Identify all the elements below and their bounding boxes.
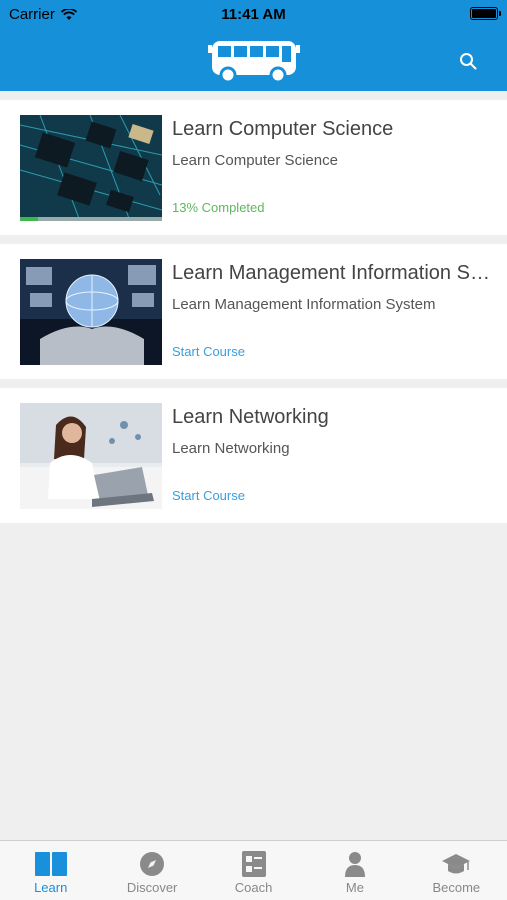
course-subtitle: Learn Management Information System [172,296,436,313]
person-icon [344,852,365,877]
course-progress-bar [20,217,162,221]
tab-label: Me [345,880,364,895]
course-title: Learn Networking [172,406,329,428]
course-title: Learn Management Information System [172,262,494,284]
start-course-link[interactable]: Start Course [172,488,245,503]
course-thumbnail [20,403,162,509]
compass-icon [140,852,165,876]
tab-label: Become [432,880,481,895]
tab-me[interactable]: Me [304,841,405,900]
checklist-icon [241,851,266,877]
tab-coach[interactable]: Coach [203,841,304,900]
course-status: 13% Completed [172,200,265,215]
tab-label: Coach [234,880,273,895]
course-thumbnail [20,259,162,365]
bus-icon [208,41,300,83]
tab-discover[interactable]: Discover [101,841,202,900]
course-subtitle: Learn Computer Science [172,152,338,169]
course-card[interactable]: Learn Computer Science Learn Computer Sc… [0,100,507,235]
course-subtitle: Learn Networking [172,440,290,457]
tab-learn[interactable]: Learn [0,841,101,900]
status-time: 11:41 AM [221,6,286,23]
search-icon [460,53,477,70]
tab-label: Discover [126,880,178,895]
status-bar: Carrier 11:41 AM [0,0,507,28]
search-button[interactable] [455,48,481,74]
course-thumbnail [20,115,162,221]
course-card[interactable]: Learn Management Information System Lear… [0,244,507,379]
top-bar: Carrier 11:41 AM [0,0,507,91]
tab-label: Learn [34,880,68,895]
battery-icon [470,7,501,20]
course-card[interactable]: Learn Networking Learn Networking Start … [0,388,507,523]
book-icon [34,852,67,876]
graduation-cap-icon [442,854,471,874]
course-progress-fill [20,217,39,221]
tab-bar: Learn Discover Coach Me Become [0,840,507,900]
course-title: Learn Computer Science [172,118,394,140]
tab-become[interactable]: Become [406,841,507,900]
nav-bar [0,28,507,91]
start-course-link[interactable]: Start Course [172,344,245,359]
